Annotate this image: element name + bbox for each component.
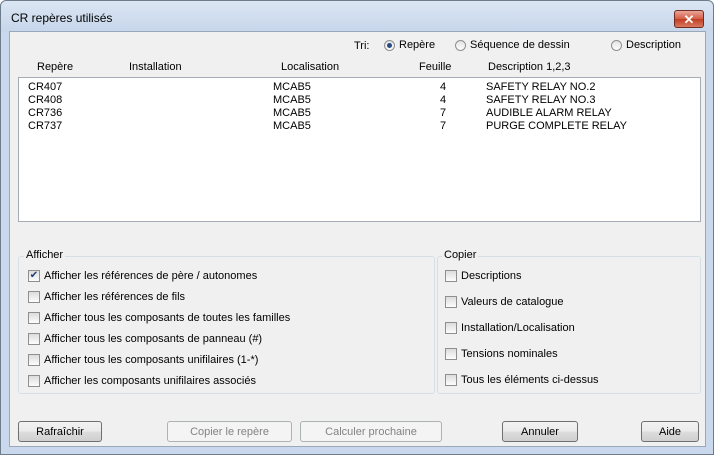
copier-group-label: Copier [442, 249, 479, 261]
calculate-next-button[interactable]: Calculer prochaine [300, 421, 442, 442]
checkbox-copy-ratings[interactable]: Tensions nominales [445, 348, 558, 360]
cell-repere: CR407 [28, 81, 63, 93]
checkbox-copy-descriptions[interactable]: Descriptions [445, 270, 522, 282]
checkbox-oneline-components[interactable]: Afficher tous les composants unifilaires… [28, 354, 258, 366]
cell-feuille: 7 [440, 120, 447, 132]
checkbox-child-references[interactable]: Afficher les références de fils [28, 291, 185, 303]
cell-repere: CR408 [28, 94, 63, 106]
checkbox-icon [445, 270, 457, 282]
checkbox-icon [28, 291, 40, 303]
help-button[interactable]: Aide [641, 421, 699, 442]
cell-feuille: 4 [440, 94, 447, 106]
sort-option-label: Repère [399, 39, 436, 51]
checkbox-copy-all[interactable]: Tous les éléments ci-dessus [445, 374, 599, 386]
sort-option-sequence[interactable]: Séquence de dessin [455, 39, 570, 51]
sort-label: Tri: [354, 40, 370, 52]
radio-selected-icon [384, 39, 395, 51]
afficher-group-label: Afficher [24, 249, 66, 261]
checkbox-panel-components[interactable]: Afficher tous les composants de panneau … [28, 333, 262, 345]
column-header-repere[interactable]: Repère [37, 61, 73, 73]
sort-option-description[interactable]: Description [611, 39, 681, 51]
sort-option-label: Description [626, 39, 682, 51]
cell-feuille: 7 [440, 107, 447, 119]
copy-tag-button[interactable]: Copier le repère [167, 421, 292, 442]
column-header-description[interactable]: Description 1,2,3 [488, 61, 571, 73]
cell-description: PURGE COMPLETE RELAY [486, 120, 627, 132]
checkbox-label: Afficher tous les composants unifilaires… [44, 354, 259, 366]
checkbox-copy-catalog[interactable]: Valeurs de catalogue [445, 296, 564, 308]
checkbox-label: Descriptions [461, 270, 522, 282]
checkbox-icon [445, 348, 457, 360]
checkbox-label: Afficher tous les composants de panneau … [44, 333, 263, 345]
cancel-button[interactable]: Annuler [502, 421, 578, 442]
checkbox-checked-icon: ✔ [28, 270, 40, 282]
refresh-button[interactable]: Rafraîchir [18, 421, 102, 442]
column-header-installation[interactable]: Installation [129, 61, 182, 73]
checkbox-all-families[interactable]: Afficher tous les composants de toutes l… [28, 312, 290, 324]
checkbox-parent-references[interactable]: ✔ Afficher les références de père / auto… [28, 270, 257, 282]
tags-list[interactable]: CR407 MCAB5 4 SAFETY RELAY NO.2 CR408 MC… [18, 77, 701, 222]
checkbox-icon [28, 312, 40, 324]
dialog-window: CR repères utilisés ✕ Tri: Repère Séquen… [0, 0, 714, 455]
window-title: CR repères utilisés [11, 11, 113, 25]
checkbox-label: Installation/Localisation [461, 322, 575, 334]
checkbox-label: Afficher les composants unifilaires asso… [44, 375, 256, 387]
close-icon: ✕ [683, 11, 695, 27]
checkbox-icon [445, 296, 457, 308]
checkbox-icon [445, 374, 457, 386]
sort-option-repere[interactable]: Repère [384, 39, 435, 51]
checkbox-label: Valeurs de catalogue [461, 296, 564, 308]
cell-localisation: MCAB5 [273, 120, 311, 132]
sort-option-label: Séquence de dessin [470, 39, 570, 51]
dialog-body: Tri: Repère Séquence de dessin Descripti… [9, 31, 706, 447]
cell-localisation: MCAB5 [273, 81, 311, 93]
title-bar: CR repères utilisés ✕ [1, 1, 713, 31]
cell-localisation: MCAB5 [273, 107, 311, 119]
cell-description: AUDIBLE ALARM RELAY [486, 107, 612, 119]
cell-repere: CR737 [28, 120, 63, 132]
checkbox-icon [28, 354, 40, 366]
checkbox-label: Tous les éléments ci-dessus [461, 374, 599, 386]
cell-localisation: MCAB5 [273, 94, 311, 106]
checkbox-icon [445, 322, 457, 334]
checkbox-label: Afficher les références de père / autono… [44, 270, 258, 282]
cell-description: SAFETY RELAY NO.3 [486, 94, 596, 106]
checkbox-label: Afficher les références de fils [44, 291, 186, 303]
cell-repere: CR736 [28, 107, 63, 119]
cell-description: SAFETY RELAY NO.2 [486, 81, 596, 93]
column-header-localisation[interactable]: Localisation [281, 61, 339, 73]
column-header-feuille[interactable]: Feuille [419, 61, 451, 73]
radio-icon [611, 39, 622, 51]
checkbox-copy-installation-location[interactable]: Installation/Localisation [445, 322, 575, 334]
checkbox-label: Tensions nominales [461, 348, 558, 360]
checkbox-icon [28, 375, 40, 387]
checkbox-icon [28, 333, 40, 345]
radio-icon [455, 39, 466, 51]
checkbox-associated-oneline[interactable]: Afficher les composants unifilaires asso… [28, 375, 256, 387]
close-button[interactable]: ✕ [674, 10, 704, 28]
checkbox-label: Afficher tous les composants de toutes l… [44, 312, 291, 324]
cell-feuille: 4 [440, 81, 447, 93]
